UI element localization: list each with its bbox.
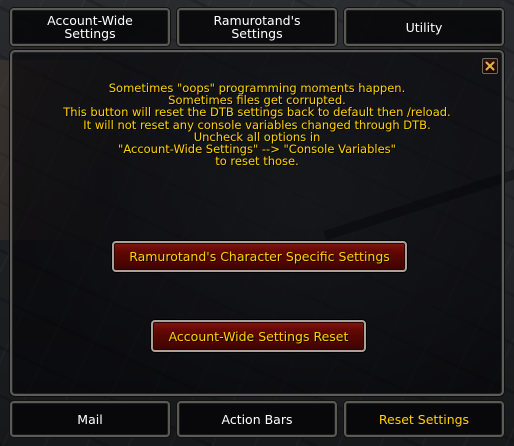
close-button[interactable]: [482, 58, 498, 74]
tab-reset-settings[interactable]: Reset Settings: [344, 401, 504, 437]
tab-label-line2: Settings: [64, 26, 116, 41]
tab-account-wide-settings[interactable]: Account-Wide Settings: [10, 8, 170, 46]
tab-label: Utility: [405, 19, 443, 35]
tab-label: Reset Settings: [378, 411, 470, 427]
reset-warning-message: Sometimes "oops" programming moments hap…: [12, 82, 502, 169]
message-line: This button will reset the DTB settings …: [63, 105, 451, 120]
message-line: to reset those.: [215, 154, 299, 169]
reset-settings-panel: Sometimes "oops" programming moments hap…: [10, 50, 504, 396]
close-icon: [485, 61, 495, 71]
message-line: It will not reset any console variables …: [83, 117, 431, 132]
tab-utility[interactable]: Utility: [344, 8, 504, 46]
account-wide-settings-reset-button[interactable]: Account-Wide Settings Reset: [151, 320, 366, 352]
tab-mail[interactable]: Mail: [10, 401, 170, 437]
tab-label-line2: Settings: [231, 26, 283, 41]
tab-label: Mail: [77, 411, 103, 427]
tab-action-bars[interactable]: Action Bars: [177, 401, 337, 437]
tab-character-settings[interactable]: Ramurotand's Settings: [177, 8, 337, 46]
tab-label: Action Bars: [221, 411, 293, 427]
character-settings-reset-button[interactable]: Ramurotand's Character Specific Settings: [112, 241, 407, 272]
